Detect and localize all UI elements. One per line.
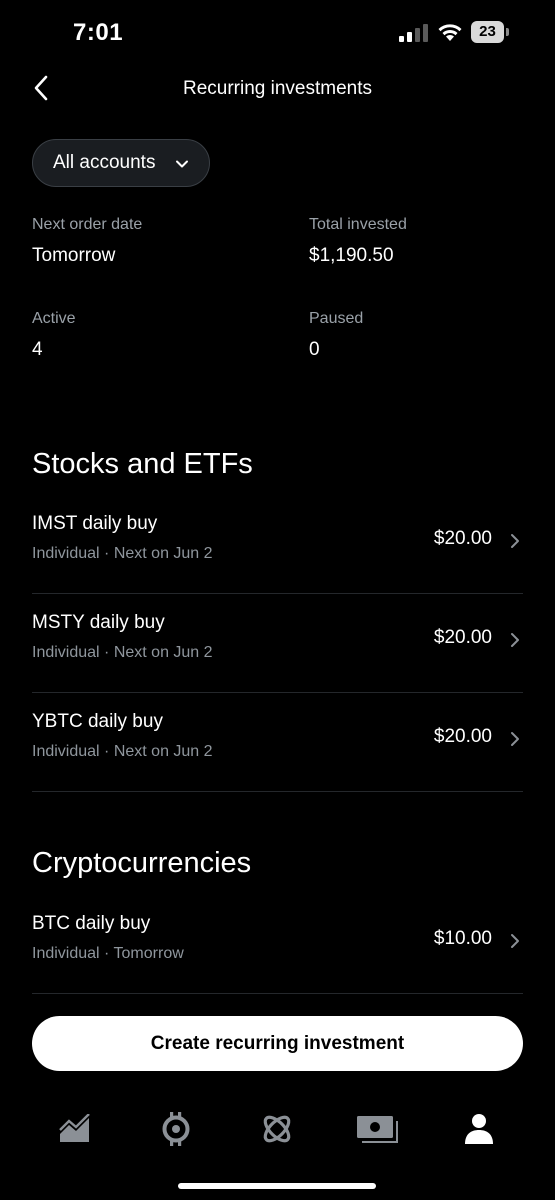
row-amount: $10.00 — [433, 928, 492, 949]
total-invested-label: Total invested — [309, 216, 407, 233]
active-count: 4 — [32, 339, 43, 360]
tab-explore[interactable] — [253, 1106, 301, 1152]
next-order-date-value: Tomorrow — [32, 245, 116, 266]
status-time: 7:01 — [73, 19, 124, 46]
list-item-msty[interactable]: MSTY daily buy Individual · Next on Jun … — [32, 594, 523, 693]
chevron-right-icon — [511, 534, 519, 548]
row-subtitle: Individual · Next on Jun 2 — [32, 743, 213, 760]
tab-cash[interactable] — [354, 1106, 402, 1152]
row-subtitle: Individual · Next on Jun 2 — [32, 644, 213, 661]
page-title: Recurring investments — [182, 78, 373, 99]
row-subtitle: Individual · Tomorrow — [32, 945, 184, 962]
chevron-right-icon — [511, 934, 519, 948]
row-amount: $20.00 — [433, 726, 492, 747]
tab-crypto[interactable] — [152, 1106, 200, 1152]
status-bar: 7:01 23 — [0, 0, 555, 66]
chevron-down-icon — [176, 160, 188, 168]
row-amount: $20.00 — [433, 528, 492, 549]
orbit-icon — [263, 1115, 291, 1143]
profile-icon — [465, 1114, 493, 1144]
list-item-btc[interactable]: BTC daily buy Individual · Tomorrow $10.… — [32, 895, 523, 994]
cash-icon — [357, 1116, 398, 1143]
battery-icon: 23 — [471, 21, 509, 43]
next-order-date-label: Next order date — [32, 216, 143, 233]
bitcoin-coin-icon — [162, 1112, 190, 1146]
row-subtitle: Individual · Next on Jun 2 — [32, 545, 213, 562]
account-selector-dropdown[interactable]: All accounts — [32, 139, 210, 187]
chart-icon — [59, 1114, 90, 1142]
create-recurring-investment-button[interactable]: Create recurring investment — [32, 1016, 523, 1071]
row-title: IMST daily buy — [32, 513, 158, 534]
battery-level: 23 — [471, 21, 504, 43]
list-item-imst[interactable]: IMST daily buy Individual · Next on Jun … — [32, 495, 523, 594]
chevron-right-icon — [511, 732, 519, 746]
active-label: Active — [32, 310, 76, 327]
list-item-ybtc[interactable]: YBTC daily buy Individual · Next on Jun … — [32, 693, 523, 792]
row-amount: $20.00 — [433, 627, 492, 648]
total-invested-value: $1,190.50 — [309, 245, 394, 266]
tab-investing[interactable] — [51, 1106, 99, 1152]
row-title: MSTY daily buy — [32, 612, 165, 633]
paused-label: Paused — [309, 310, 364, 327]
account-selector-label: All accounts — [53, 152, 156, 173]
paused-count: 0 — [309, 339, 320, 360]
cellular-signal-icon — [399, 24, 428, 42]
tab-account[interactable] — [455, 1106, 503, 1152]
chevron-right-icon — [511, 633, 519, 647]
row-title: BTC daily buy — [32, 913, 151, 934]
wifi-icon — [438, 24, 462, 41]
row-title: YBTC daily buy — [32, 711, 163, 732]
section-heading-stocks-etfs: Stocks and ETFs — [32, 448, 253, 480]
home-indicator — [178, 1183, 376, 1189]
section-heading-cryptocurrencies: Cryptocurrencies — [32, 847, 252, 879]
